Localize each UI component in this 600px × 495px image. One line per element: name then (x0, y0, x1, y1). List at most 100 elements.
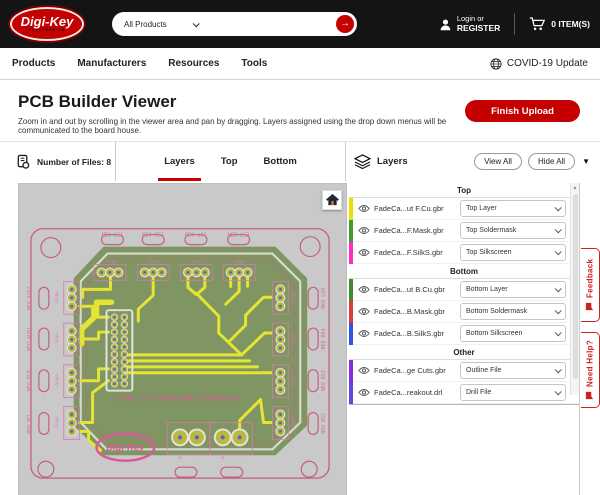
scrollbar-thumb[interactable] (573, 194, 578, 379)
hide-all-button[interactable]: Hide All (528, 153, 575, 170)
pcb-plus-label: + (221, 454, 225, 462)
layer-file-name: FadeCa...ut B.Cu.gbr (374, 285, 460, 294)
eye-visibility-icon[interactable] (358, 285, 370, 294)
layer-assignment-value: Drill File (466, 389, 555, 396)
layer-file-name: FadeCa...ge Cuts.gbr (374, 366, 460, 375)
layer-row[interactable]: FadeCa...B.SilkS.gbr Bottom Silkscreen (349, 323, 579, 345)
files-icon (16, 154, 31, 169)
eye-visibility-icon[interactable] (358, 307, 370, 316)
nav-item-resources[interactable]: Resources (168, 58, 219, 69)
layer-assignment-select[interactable]: Bottom Silkscreen (460, 325, 566, 342)
pcb-logo-text: Digi-Key (106, 441, 145, 452)
nav-item-products[interactable]: Products (12, 58, 55, 69)
layer-row[interactable]: FadeCa...F.SilkS.gbr Top Silkscreen (349, 242, 579, 264)
pcb-viewer-canvas[interactable]: NEO LS1 NEO RS1 NEO LS2 NEO LS3 NEO AUX2… (18, 183, 347, 495)
layer-row[interactable]: FadeCa...ut F.Cu.gbr Top Layer (349, 198, 579, 220)
pcb-render: NEO LS1 NEO RS1 NEO LS2 NEO LS3 NEO AUX2… (19, 184, 346, 495)
feedback-tab[interactable]: Feedback (581, 248, 600, 322)
layer-color-swatch (349, 382, 353, 404)
pcb-sig-label: -Sig+ (232, 258, 246, 264)
search-category-dropdown[interactable]: All Products (124, 20, 167, 29)
eye-visibility-icon[interactable] (358, 366, 370, 375)
logo-subtext: ELECTRONICS (29, 28, 65, 33)
pcb-label-right-1: NEO LS4 (321, 288, 327, 309)
layer-assignment-select[interactable]: Drill File (460, 384, 566, 401)
covid-update-label: COVID-19 Update (507, 58, 588, 69)
tab-bottom[interactable]: Bottom (264, 142, 297, 181)
nav-item-manufacturers[interactable]: Manufacturers (77, 58, 146, 69)
pcb-sig-label: -Sig+ (54, 374, 60, 388)
pcb-label-left-4: NEO PCL (27, 413, 33, 434)
eye-visibility-icon[interactable] (358, 226, 370, 235)
viewer-toolbar: Number of Files: 8 Layers Top Bottom Lay… (0, 141, 600, 181)
top-header: Digi-Key ELECTRONICS All Products → Logi… (0, 0, 600, 48)
view-all-button[interactable]: View All (474, 153, 522, 170)
layer-file-name: FadeCa...B.Mask.gbr (374, 307, 460, 316)
eye-visibility-icon[interactable] (358, 204, 370, 213)
layer-row[interactable]: FadeCa...reakout.drl Drill File (349, 382, 579, 404)
layer-file-name: FadeCa...reakout.drl (374, 388, 460, 397)
chevron-down-icon (192, 20, 199, 27)
layer-assignment-select[interactable]: Outline File (460, 362, 566, 379)
layer-assignment-select[interactable]: Top Layer (460, 200, 566, 217)
layer-row[interactable]: FadeCa...B.Mask.gbr Bottom Soldermask (349, 301, 579, 323)
layer-assignment-select[interactable]: Top Silkscreen (460, 244, 566, 261)
pcb-minus-label: - (238, 454, 242, 462)
digikey-logo[interactable]: Digi-Key ELECTRONICS (10, 7, 84, 41)
nav-item-tools[interactable]: Tools (241, 58, 267, 69)
page-header: PCB Builder Viewer Zoom in and out by sc… (0, 80, 600, 135)
need-help-label: Need Help? (586, 340, 595, 387)
pcb-label-left-3: NEO PC0 (27, 370, 33, 391)
layer-list-scrollbar[interactable]: ▲ (570, 183, 579, 395)
logo-text: Digi-Key (21, 16, 74, 28)
layer-assignment-value: Outline File (466, 367, 555, 374)
pcb-label-right-3: NEO RS3 (321, 370, 327, 391)
group-header-top: Top (349, 183, 579, 198)
tab-top[interactable]: Top (221, 142, 238, 181)
finish-upload-button[interactable]: Finish Upload (465, 100, 580, 122)
login-register[interactable]: Login or REGISTER (439, 15, 500, 33)
layer-file-name: FadeCa...ut F.Cu.gbr (374, 204, 460, 213)
layer-assignment-select[interactable]: Bottom Soldermask (460, 303, 566, 320)
search-bar[interactable]: All Products → (112, 12, 357, 36)
layer-color-swatch (349, 242, 353, 264)
chevron-down-icon (555, 388, 562, 395)
tab-layers[interactable]: Layers (164, 142, 195, 181)
pcb-sig-label: -Sig+ (290, 291, 296, 305)
pcb-minus-label: - (195, 454, 199, 462)
feedback-bubble-icon (586, 302, 595, 311)
covid-update-link[interactable]: COVID-19 Update (490, 58, 588, 70)
chevron-down-icon (555, 329, 562, 336)
header-divider (514, 13, 515, 35)
layer-file-name: FadeCa...F.Mask.gbr (374, 226, 460, 235)
help-bubble-icon (586, 391, 595, 400)
layer-assignment-value: Top Soldermask (466, 227, 555, 234)
layer-assignment-value: Top Silkscreen (466, 249, 555, 256)
layer-assignment-select[interactable]: Bottom Layer (460, 281, 566, 298)
layer-color-swatch (349, 360, 353, 382)
user-icon (439, 18, 452, 31)
cart-count: 0 ITEM(S) (551, 19, 590, 29)
layer-assignment-select[interactable]: Top Soldermask (460, 222, 566, 239)
pcb-label-top-4: NEO LS3 (228, 233, 250, 239)
cart-icon (529, 17, 545, 31)
eye-visibility-icon[interactable] (358, 248, 370, 257)
cart-button[interactable]: 0 ITEM(S) (529, 17, 590, 31)
reset-view-home-button[interactable] (322, 190, 342, 210)
scroll-up-arrow[interactable]: ▲ (571, 183, 579, 193)
page-subtitle: Zoom in and out by scrolling in the view… (18, 117, 465, 135)
search-submit-button[interactable]: → (336, 15, 354, 33)
layer-row[interactable]: FadeCa...F.Mask.gbr Top Soldermask (349, 220, 579, 242)
panel-collapse-caret[interactable]: ▼ (582, 157, 590, 166)
eye-visibility-icon[interactable] (358, 329, 370, 338)
group-header-bottom: Bottom (349, 264, 579, 279)
eye-visibility-icon[interactable] (358, 388, 370, 397)
layers-panel-title: Layers (377, 156, 408, 167)
layer-row[interactable]: FadeCa...ge Cuts.gbr Outline File (349, 360, 579, 382)
need-help-tab[interactable]: Need Help? (581, 332, 600, 408)
layer-row[interactable]: FadeCa...ut B.Cu.gbr Bottom Layer (349, 279, 579, 301)
pcb-sig-label: -Sig+ (290, 416, 296, 430)
group-header-other: Other (349, 345, 579, 360)
home-icon (326, 194, 339, 206)
pcb-label-right-2: NEO RS4 (321, 329, 327, 350)
